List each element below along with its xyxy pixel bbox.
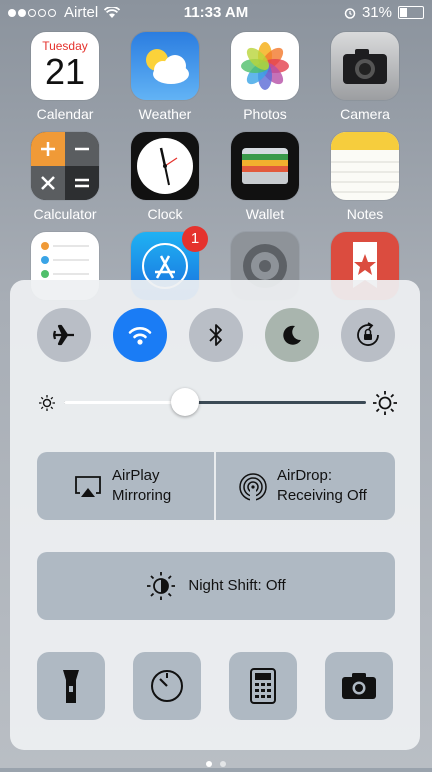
app-label: Photos xyxy=(243,106,287,122)
app-calculator[interactable]: Calculator xyxy=(30,132,100,222)
app-clock[interactable]: Clock xyxy=(130,132,200,222)
notification-badge: 1 xyxy=(182,226,208,252)
airplane-icon xyxy=(52,324,74,346)
page-dot-1[interactable] xyxy=(206,761,212,767)
airplane-mode-toggle[interactable] xyxy=(37,308,91,362)
app-label: Camera xyxy=(340,106,390,122)
camera-button[interactable] xyxy=(325,652,393,720)
airplay-mirroring-button[interactable]: AirPlay Mirroring xyxy=(37,452,214,520)
app-wallet[interactable]: Wallet xyxy=(230,132,300,222)
moon-icon xyxy=(283,325,301,345)
night-shift-label: Night Shift: Off xyxy=(188,577,286,594)
bluetooth-icon xyxy=(209,324,222,346)
page-indicator xyxy=(0,754,432,772)
brightness-slider[interactable] xyxy=(34,388,397,418)
control-center: AirPlay Mirroring AirDrop: Receiving Off… xyxy=(10,280,420,750)
battery-icon xyxy=(398,6,424,19)
camera-icon xyxy=(342,673,376,699)
wallet-app-icon xyxy=(231,132,299,200)
calculator-icon xyxy=(250,668,276,704)
brightness-knob[interactable] xyxy=(170,388,199,416)
rotation-lock-icon xyxy=(357,322,379,346)
page-dot-2[interactable] xyxy=(220,761,226,767)
alarm-icon xyxy=(344,7,356,19)
app-weather[interactable]: Weather xyxy=(130,32,200,122)
brightness-high-icon xyxy=(373,391,397,415)
airdrop-button[interactable]: AirDrop: Receiving Off xyxy=(216,452,395,520)
timer-icon xyxy=(151,670,183,702)
app-notes[interactable]: Notes xyxy=(330,132,400,222)
wifi-icon xyxy=(128,327,152,345)
calculator-app-icon xyxy=(31,132,99,200)
app-label: Calculator xyxy=(33,206,97,222)
calculator-button[interactable] xyxy=(229,652,297,720)
airdrop-label-line2: Receiving Off xyxy=(277,487,367,504)
brightness-low-icon xyxy=(39,395,55,411)
clock-app-icon xyxy=(131,132,199,200)
brightness-track xyxy=(64,401,366,404)
night-shift-icon xyxy=(147,572,176,600)
weather-icon xyxy=(131,32,199,100)
bluetooth-toggle[interactable] xyxy=(189,308,243,362)
flashlight-icon xyxy=(63,670,79,703)
app-label: Notes xyxy=(346,206,384,222)
do-not-disturb-toggle[interactable] xyxy=(265,308,319,362)
airplay-label-line2: Mirroring xyxy=(112,487,172,504)
calendar-date: 21 xyxy=(44,51,86,92)
airdrop-icon xyxy=(239,473,267,502)
notes-app-icon xyxy=(331,132,399,200)
airdrop-label-line1: AirDrop: xyxy=(277,467,333,484)
airplay-label-line1: AirPlay xyxy=(112,467,160,484)
airplay-icon xyxy=(75,476,101,497)
app-label: Calendar xyxy=(36,106,94,122)
calendar-icon: Tuesday 21 xyxy=(31,32,99,100)
timer-button[interactable] xyxy=(133,652,201,720)
rotation-lock-toggle[interactable] xyxy=(341,308,395,362)
app-photos[interactable]: Photos xyxy=(230,32,300,122)
app-calendar[interactable]: Tuesday 21 Calendar xyxy=(30,32,100,122)
app-label: Wallet xyxy=(245,206,285,222)
camera-app-icon xyxy=(331,32,399,100)
app-label: Clock xyxy=(147,206,183,222)
app-label: Weather xyxy=(138,106,192,122)
wifi-toggle[interactable] xyxy=(113,308,167,362)
status-bar: Airtel 11:33 AM 31% xyxy=(0,0,432,24)
night-shift-button[interactable]: Night Shift: Off xyxy=(37,552,395,620)
app-camera[interactable]: Camera xyxy=(330,32,400,122)
battery-percentage: 31% xyxy=(361,4,392,21)
photos-icon xyxy=(231,32,299,100)
flashlight-button[interactable] xyxy=(37,652,105,720)
